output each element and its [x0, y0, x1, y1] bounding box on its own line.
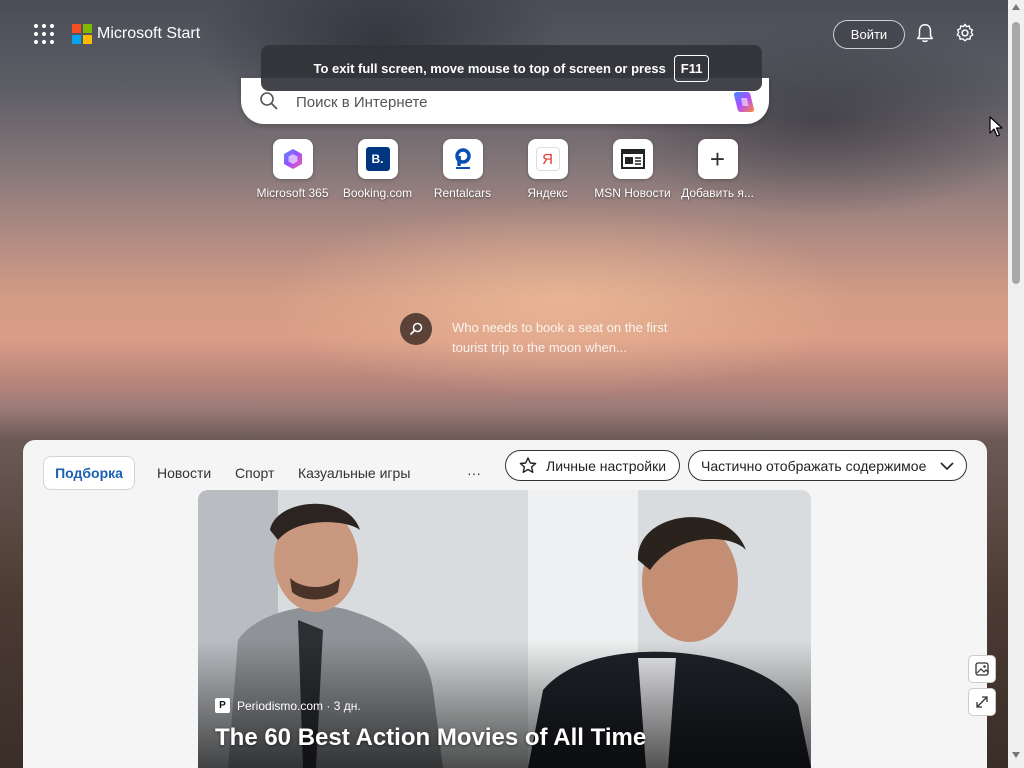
tab-news[interactable]: Новости	[157, 456, 211, 490]
article-source[interactable]: P Periodismo.com · 3 дн.	[215, 698, 361, 713]
gear-icon[interactable]	[954, 22, 976, 44]
scroll-up-arrow-icon[interactable]	[1012, 4, 1020, 10]
tab-featured[interactable]: Подборка	[43, 456, 135, 490]
background-caption[interactable]: Who needs to book a seat on the first to…	[452, 318, 702, 358]
copilot-icon[interactable]	[729, 87, 759, 117]
shortcut-rentalcars[interactable]: Rentalcars	[420, 139, 505, 205]
fullscreen-key-badge: F11	[673, 54, 710, 82]
hero-article-card[interactable]: P Periodismo.com · 3 дн. The 60 Best Act…	[198, 490, 811, 768]
signin-button[interactable]: Войти	[833, 20, 905, 49]
publisher-logo-icon: P	[215, 698, 230, 713]
expand-icon	[976, 696, 988, 708]
shortcut-add[interactable]: + Добавить я...	[675, 139, 760, 205]
brand-title[interactable]: Microsoft Start	[97, 24, 200, 44]
shortcut-bar: Microsoft 365 B. Booking.com Rentalcars …	[250, 139, 770, 205]
shortcut-microsoft-365[interactable]: Microsoft 365	[250, 139, 335, 205]
expand-button[interactable]	[968, 688, 996, 716]
personalize-button[interactable]: Личные настройки	[505, 450, 680, 481]
shortcut-label: Booking.com	[342, 186, 413, 200]
fullscreen-notice: To exit full screen, move mouse to top o…	[261, 45, 762, 91]
shortcut-label: Rentalcars	[433, 186, 492, 200]
shortcut-label: MSN Новости	[594, 186, 671, 200]
shortcut-tile: B.	[357, 139, 398, 179]
scrollbar-thumb[interactable]	[1012, 22, 1020, 284]
shortcut-yandex[interactable]: Я Яндекс	[505, 139, 590, 205]
scroll-down-arrow-icon[interactable]	[1012, 752, 1020, 758]
shortcut-tile: Я	[527, 139, 568, 179]
tab-sport[interactable]: Спорт	[235, 456, 274, 490]
star-edit-icon	[519, 456, 537, 473]
search-input[interactable]	[296, 91, 716, 113]
microsoft-logo-icon[interactable]	[72, 24, 92, 44]
apps-grid-icon[interactable]	[34, 24, 54, 44]
image-search-icon[interactable]	[400, 313, 432, 345]
search-icon	[260, 92, 278, 110]
shortcut-label: Яндекс	[527, 186, 568, 200]
yandex-icon: Я	[535, 147, 560, 171]
background-info-button[interactable]	[968, 655, 996, 683]
shortcut-booking[interactable]: B. Booking.com	[335, 139, 420, 205]
tab-casual-games[interactable]: Казуальные игры	[298, 456, 410, 490]
article-title[interactable]: The 60 Best Action Movies of All Time	[215, 724, 646, 752]
personalize-label: Личные настройки	[546, 457, 667, 474]
shortcut-label: Добавить я...	[681, 186, 754, 200]
article-source-text: Periodismo.com · 3 дн.	[237, 698, 361, 713]
shortcut-tile: +	[697, 139, 738, 179]
msn-news-icon	[620, 149, 645, 169]
bell-icon[interactable]	[914, 22, 936, 44]
fullscreen-notice-text: To exit full screen, move mouse to top o…	[313, 60, 666, 76]
shortcut-tile	[612, 139, 653, 179]
rentalcars-icon	[454, 148, 471, 169]
content-visibility-label: Частично отображать содержимое	[701, 457, 927, 474]
booking-icon: B.	[365, 147, 390, 171]
microsoft-365-icon	[283, 149, 302, 169]
shortcut-label: Microsoft 365	[256, 186, 329, 200]
page-scrollbar[interactable]	[1008, 0, 1024, 768]
shortcut-tile	[272, 139, 313, 179]
shortcut-msn-news[interactable]: MSN Новости	[590, 139, 675, 205]
image-icon	[975, 662, 989, 676]
mouse-cursor-icon	[989, 116, 1003, 137]
more-tabs-button[interactable]: ···	[467, 456, 481, 490]
shortcut-tile	[442, 139, 483, 179]
plus-icon: +	[709, 144, 726, 174]
chevron-down-icon	[940, 461, 954, 470]
content-visibility-dropdown[interactable]: Частично отображать содержимое	[688, 450, 967, 481]
